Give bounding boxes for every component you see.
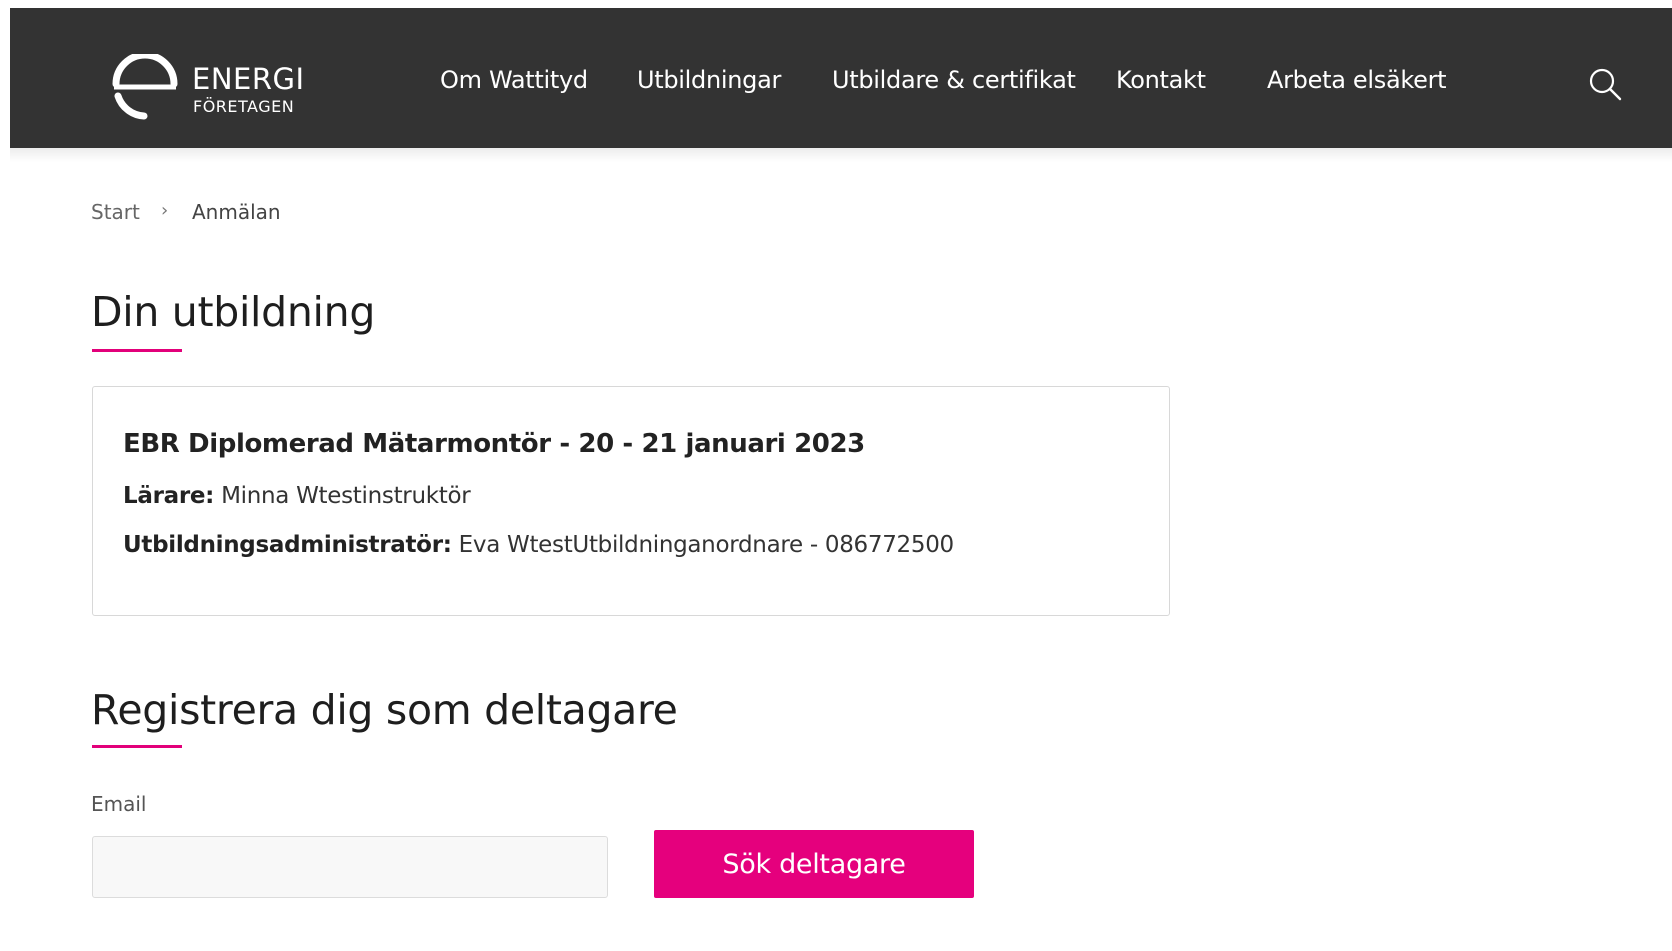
course-heading-underline [92,349,182,352]
register-heading: Registrera dig som deltagare [91,686,678,734]
logo-text-foretagen: FÖRETAGEN [193,97,295,116]
admin-value: Eva WtestUtbildninganordnare - 086772500 [458,532,955,558]
nav-item-arbeta-elsakert[interactable]: Arbeta elsäkert [1267,66,1447,94]
search-icon [1589,68,1622,101]
site-header: ENERGI FÖRETAGEN Om Wattityd Utbildninga… [10,8,1672,148]
logo-text-energi: ENERGI [192,62,305,96]
teacher-line: Lärare: Minna Wtestinstruktör [123,483,471,509]
nav-item-kontakt[interactable]: Kontakt [1116,66,1206,94]
nav-item-utbildare-certifikat[interactable]: Utbildare & certifikat [832,66,1076,94]
header-shadow [10,148,1672,162]
course-heading: Din utbildning [91,288,376,336]
search-participant-button[interactable]: Sök deltagare [654,830,974,898]
course-card: EBR Diplomerad Mätarmontör - 20 - 21 jan… [92,386,1170,616]
search-button[interactable] [1588,67,1622,101]
energiforetagen-logo[interactable]: ENERGI FÖRETAGEN [112,54,312,122]
logo-mark-icon [112,54,178,120]
admin-line: Utbildningsadministratör: Eva WtestUtbil… [123,532,954,558]
admin-label: Utbildningsadministratör: [123,532,452,558]
page: ENERGI FÖRETAGEN Om Wattityd Utbildninga… [0,0,1672,951]
breadcrumb-separator: › [161,200,169,221]
teacher-label: Lärare: [123,483,215,509]
email-label: Email [91,792,147,816]
register-heading-underline [92,745,182,748]
email-input[interactable] [92,836,608,898]
teacher-value: Minna Wtestinstruktör [221,483,471,509]
breadcrumb-start-link[interactable]: Start [91,200,140,224]
course-title: EBR Diplomerad Mätarmontör - 20 - 21 jan… [123,429,865,459]
breadcrumb-current: Anmälan [192,200,281,224]
nav-item-utbildningar[interactable]: Utbildningar [637,66,781,94]
nav-item-om-wattityd[interactable]: Om Wattityd [440,66,588,94]
